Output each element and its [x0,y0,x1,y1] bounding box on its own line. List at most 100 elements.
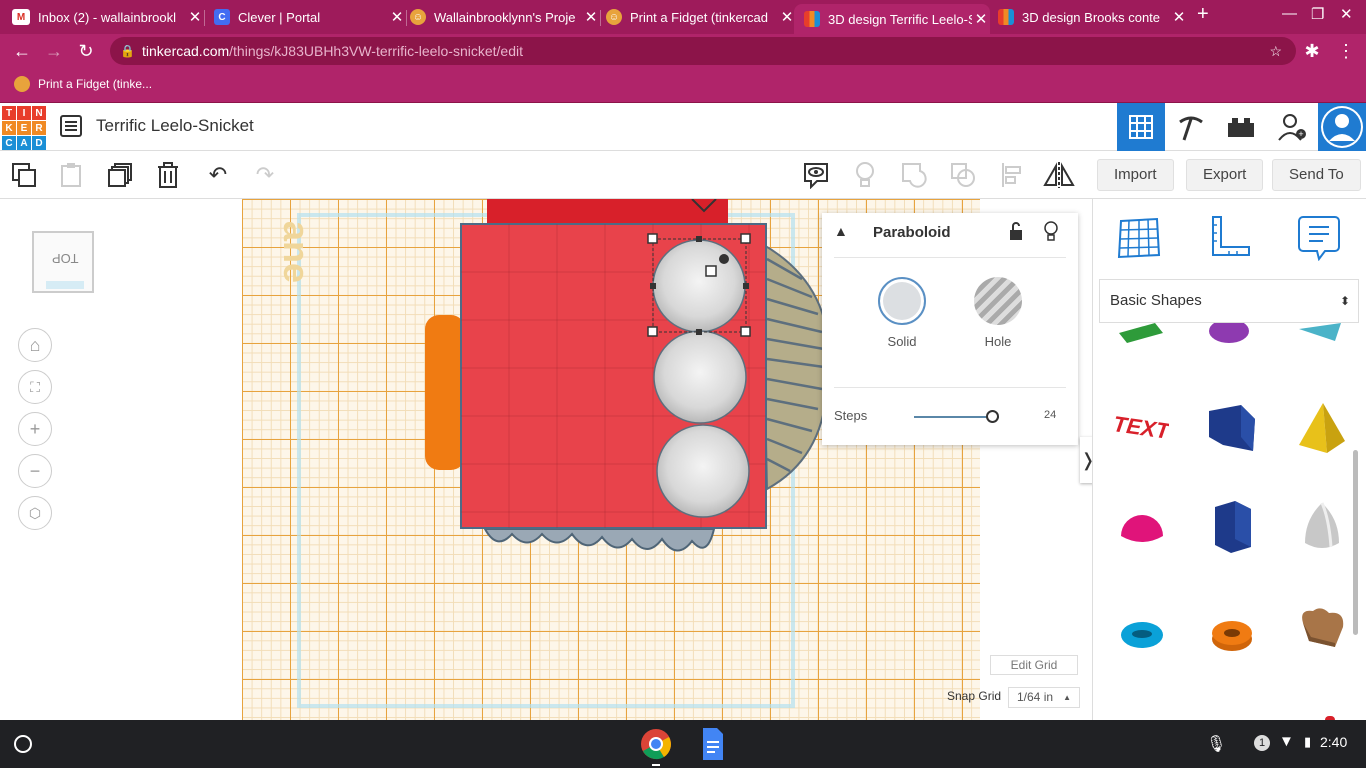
gray-gear[interactable] [760,242,831,491]
notes-view-icon[interactable] [800,159,832,191]
tab-print-fidget[interactable]: ☺ Print a Fidget (tinkercad ✕ [606,3,796,31]
extensions-icon[interactable]: ✱ [1300,39,1324,63]
invite-user-button[interactable]: + [1268,103,1316,151]
google-docs-icon[interactable] [701,728,725,765]
shape-purple-sphere[interactable] [1205,323,1259,345]
back-icon[interactable]: ← [10,39,34,63]
mirror-icon[interactable] [1043,159,1075,191]
blocks-button[interactable] [1167,103,1215,151]
lightbulb-icon[interactable] [1043,221,1059,248]
close-tab-icon[interactable]: ✕ [1170,8,1188,26]
chrome-icon[interactable] [640,728,672,765]
close-tab-icon[interactable]: ✕ [186,8,204,26]
clock[interactable]: 2:40 [1320,734,1347,750]
design-list-icon[interactable] [60,115,82,137]
bricks-button[interactable] [1217,103,1265,151]
steps-slider-knob[interactable] [986,410,1000,423]
address-input[interactable]: 🔒 tinkercad.com/things/kJ83UBHh3VW-terri… [110,37,1296,65]
reload-icon[interactable]: ↻ [74,39,98,63]
tab-terrific-leelo[interactable]: 3D design Terrific Leelo-S ✕ [794,4,990,34]
bookmark-star-icon[interactable]: ☆ [1269,37,1282,65]
shape-blue-torus[interactable] [1115,607,1169,661]
bookmark-print-fidget[interactable]: Print a Fidget (tinke... [14,76,152,92]
avatar-icon: ☺ [410,9,426,25]
shape-teal-wedge[interactable] [1295,323,1349,345]
battery-icon[interactable]: ▮ [1304,734,1311,750]
logo-letter: A [17,136,31,150]
export-button[interactable]: Export [1186,159,1264,191]
copy-icon[interactable] [8,159,40,191]
group-icon[interactable] [898,159,930,191]
send-to-button[interactable]: Send To [1272,159,1361,191]
paste-icon[interactable] [55,159,87,191]
ungroup-icon[interactable] [947,159,979,191]
tab-clever[interactable]: C Clever | Portal ✕ [214,3,407,31]
import-button[interactable]: Import [1097,159,1174,191]
edit-grid-button[interactable]: Edit Grid [990,655,1078,675]
ruler-tool-icon[interactable] [1205,213,1253,261]
shape-text[interactable]: TEXT [1115,401,1169,455]
notes-tool-icon[interactable] [1295,213,1343,262]
shape-category-select[interactable]: Basic Shapes ⬍ [1099,279,1359,323]
close-tab-icon[interactable]: ✕ [582,8,600,26]
duplicate-icon[interactable] [104,159,136,191]
perspective-button[interactable]: ⬡ [18,496,52,530]
app-header: TIN KER CAD Terrific Leelo-Snicket + [0,103,1366,151]
restore-icon[interactable]: ❐ [1311,5,1324,23]
design-title[interactable]: Terrific Leelo-Snicket [96,116,254,136]
shape-orange-tube[interactable] [1205,607,1259,661]
shape-gray-paraboloid[interactable] [1295,499,1349,553]
notification-badge[interactable]: 1 [1254,735,1270,751]
lightbulb-icon[interactable] [849,159,881,191]
minimize-icon[interactable]: — [1282,5,1297,22]
zoom-in-button[interactable]: + [18,412,52,446]
tab-projects[interactable]: ☺ Wallainbrooklynn's Proje ✕ [410,3,601,31]
tinkercad-logo[interactable]: TIN KER CAD [2,106,46,150]
wifi-icon[interactable]: ▼ [1279,733,1294,750]
microphone-icon[interactable]: 🎙 [1206,734,1226,754]
lock-icon[interactable] [1008,222,1024,247]
3d-view-button[interactable] [1117,103,1165,151]
view-cube[interactable]: TOP [32,231,94,293]
logo-letter: N [32,106,46,120]
tab-brooks[interactable]: 3D design Brooks conte ✕ [998,3,1188,31]
redo-icon[interactable]: ↷ [249,159,281,191]
launcher-icon[interactable] [14,735,32,753]
home-view-button[interactable]: ⌂ [18,328,52,362]
paraboloid-middle[interactable] [653,330,747,424]
collapse-inspector-icon[interactable]: ▲ [834,223,848,239]
new-tab-button[interactable]: + [1197,3,1209,26]
undo-icon[interactable]: ↶ [202,159,234,191]
steps-value[interactable]: 24 [1044,409,1056,421]
snap-grid-select[interactable]: 1/64 in ▲ [1008,687,1080,708]
close-tab-icon[interactable]: ✕ [972,10,990,28]
shape-navy-hexagon[interactable] [1205,499,1259,553]
hole-swatch[interactable] [974,277,1022,325]
avatar[interactable] [1318,103,1366,151]
solid-swatch[interactable] [878,277,926,325]
red-top-box[interactable] [487,199,728,227]
shape-green-roof[interactable] [1115,323,1169,345]
twisted-fringe[interactable] [483,528,716,552]
zoom-out-button[interactable]: − [18,454,52,488]
shape-brown-heart[interactable] [1295,601,1349,655]
shape-pink-halfsphere[interactable] [1115,504,1169,558]
home-icon: ⌂ [29,334,41,355]
fit-icon: ⛶ [30,378,40,395]
paraboloid-selected[interactable] [652,239,746,333]
paraboloid-bottom[interactable] [656,424,750,518]
shape-navy-box[interactable] [1205,401,1259,455]
browser-menu-icon[interactable]: ⋮ [1334,39,1358,63]
close-window-icon[interactable]: ✕ [1340,5,1353,23]
fit-view-button[interactable]: ⛶ [18,370,52,404]
workplane-tool-icon[interactable] [1115,213,1163,261]
shapes-scrollbar[interactable] [1353,450,1358,635]
tab-gmail[interactable]: M Inbox (2) - wallainbrookl ✕ [12,3,205,31]
shape-yellow-pyramid[interactable] [1295,401,1349,455]
forward-icon[interactable]: → [42,39,66,63]
orange-cylinder[interactable] [425,315,465,470]
close-tab-icon[interactable]: ✕ [388,8,406,26]
rotate-handle[interactable] [719,254,729,264]
trash-icon[interactable] [152,159,184,191]
align-icon[interactable] [996,159,1028,191]
